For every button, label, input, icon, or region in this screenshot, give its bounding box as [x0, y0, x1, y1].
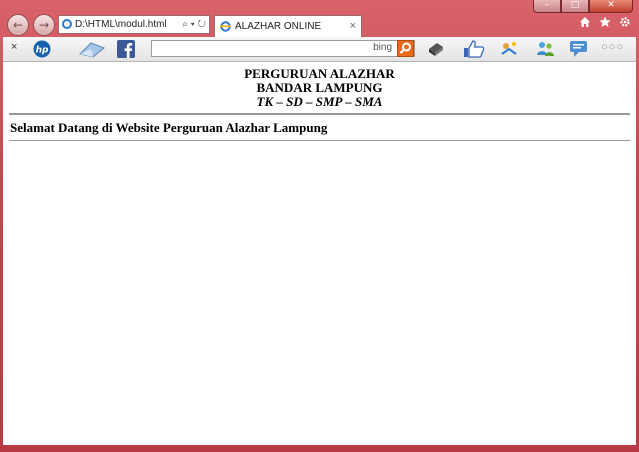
- tab-title: ALAZHAR ONLINE: [235, 21, 322, 32]
- svg-text:hp: hp: [36, 46, 49, 56]
- toolbar-close-icon[interactable]: ×: [11, 41, 17, 53]
- tab-alazhar-online[interactable]: ALAZHAR ONLINE ×: [214, 15, 362, 38]
- search-input[interactable]: bing: [151, 40, 415, 57]
- home-icon[interactable]: [579, 16, 591, 28]
- more-icons-button[interactable]: ○○○: [601, 41, 624, 53]
- tools-gear-icon[interactable]: [619, 16, 631, 28]
- page-content: PERGURUAN ALAZHAR BANDAR LAMPUNG TK – SD…: [3, 62, 636, 445]
- hp-icon[interactable]: hp: [33, 40, 51, 58]
- address-tools-icons[interactable]: ⌕ ▾ ↻: [182, 16, 206, 33]
- school-levels: TK – SD – SMP – SMA: [256, 94, 383, 109]
- welcome-divider: [9, 140, 630, 141]
- minimize-button[interactable]: –: [533, 0, 561, 13]
- like-thumb-icon[interactable]: [463, 40, 485, 58]
- window-caption-buttons: – □ ✕: [533, 0, 633, 13]
- school-city: BANDAR LAMPUNG: [256, 80, 383, 95]
- maximize-button[interactable]: □: [561, 0, 589, 13]
- page-header: PERGURUAN ALAZHAR BANDAR LAMPUNG TK – SD…: [3, 62, 636, 109]
- tab-close-icon[interactable]: ×: [350, 16, 356, 37]
- facebook-icon[interactable]: [117, 40, 135, 58]
- forward-button[interactable]: →: [33, 14, 55, 36]
- chat-icon[interactable]: [569, 40, 589, 58]
- search-icon: [399, 42, 411, 54]
- messenger-icon[interactable]: [535, 40, 555, 58]
- ie-page-icon: [62, 19, 72, 29]
- ie-tab-icon: [220, 21, 231, 32]
- bing-label: bing: [373, 42, 392, 53]
- welcome-text: Selamat Datang di Website Perguruan Alaz…: [10, 120, 328, 135]
- address-url: D:\HTML\modul.html: [75, 19, 167, 30]
- school-name: PERGURUAN ALAZHAR: [244, 66, 395, 81]
- browser-right-icons: [579, 16, 631, 28]
- favorites-star-icon[interactable]: [599, 16, 611, 28]
- search-button[interactable]: [397, 40, 414, 57]
- printer-icon[interactable]: [427, 40, 445, 58]
- address-bar[interactable]: D:\HTML\modul.html ⌕ ▾ ↻: [58, 15, 210, 34]
- back-button[interactable]: ←: [7, 14, 29, 36]
- sports-icon[interactable]: [499, 40, 519, 58]
- command-toolbar: × hp bing ○○○: [3, 37, 636, 62]
- browser-window-frame: – □ ✕ ← → D:\HTML\modul.html ⌕ ▾ ↻ ALAZH…: [0, 0, 639, 452]
- close-window-button[interactable]: ✕: [589, 0, 633, 13]
- mail-icon[interactable]: [79, 40, 105, 58]
